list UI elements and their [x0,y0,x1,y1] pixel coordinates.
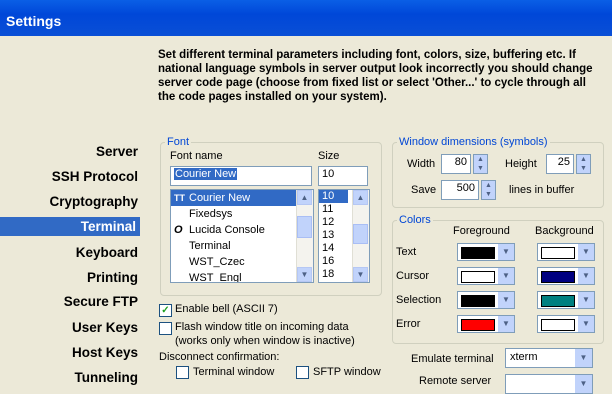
font-size-value: 10 [322,168,335,180]
height-input[interactable]: 25 [546,154,574,174]
chevron-down-icon: ▼ [578,244,594,260]
terminal-window-checkbox[interactable] [176,366,189,379]
save-label: Save [411,184,437,196]
font-name-value: Courier New [174,168,238,180]
chevron-down-icon: ▼ [578,268,594,284]
font-size-label: Size [318,150,340,162]
emulate-terminal-select[interactable]: xterm ▼ [505,348,593,368]
list-item[interactable]: O Lucida Console [171,222,313,238]
chevron-down-icon: ▼ [575,349,592,367]
list-item[interactable]: TT Courier New [171,190,313,206]
enable-bell-label: Enable bell (ASCII 7) [175,303,278,315]
nav-item-tunneling[interactable]: Tunneling [75,370,139,385]
color-swatch [461,295,495,307]
nav-item-secure-ftp[interactable]: Secure FTP [64,294,138,309]
nav-item-server[interactable]: Server [96,144,138,159]
scroll-up-icon[interactable]: ▲ [353,190,368,205]
nav-item-cryptography[interactable]: Cryptography [49,194,138,209]
terminal-window-label: Terminal window [193,366,275,378]
foreground-header: Foreground [453,225,510,237]
error-background-picker[interactable]: ▼ [537,315,595,333]
emulate-terminal-label: Emulate terminal [411,353,494,365]
scroll-up-icon[interactable]: ▲ [297,190,312,205]
sftp-window-checkbox[interactable] [296,366,309,379]
list-item[interactable]: Terminal [171,238,313,254]
color-swatch [541,271,575,283]
save-lines-input[interactable]: 500 [441,180,479,200]
color-row-label-cursor: Cursor [396,270,430,282]
width-spinner[interactable]: ▲ ▼ [473,154,488,174]
nav-item-keyboard[interactable]: Keyboard [76,245,138,260]
flash-title-label: Flash window title on incoming data [175,321,349,333]
window-dimensions-group [392,142,604,208]
color-row-label-text: Text [396,246,417,258]
color-row-label-error: Error [396,318,421,330]
height-label: Height [505,158,537,170]
nav-item-terminal[interactable]: Terminal [0,217,140,236]
save-lines-spinner[interactable]: ▲ ▼ [481,180,496,200]
truetype-icon: TT [174,193,185,203]
cursor-foreground-picker[interactable]: ▼ [457,267,515,285]
error-foreground-picker[interactable]: ▼ [457,315,515,333]
scroll-down-icon[interactable]: ▼ [353,267,368,282]
chevron-down-icon: ▼ [498,292,514,308]
chevron-down-icon: ▼ [578,316,594,332]
enable-bell-checkbox[interactable]: ✓ [159,304,172,317]
background-header: Background [535,225,594,237]
height-spinner[interactable]: ▲ ▼ [576,154,591,174]
width-label: Width [407,158,436,170]
chevron-down-icon: ▼ [575,375,592,393]
window-title: Settings [6,13,62,29]
opentype-icon: O [174,224,183,236]
font-name-label: Font name [170,150,223,162]
selection-background-picker[interactable]: ▼ [537,291,595,309]
flash-title-checkbox[interactable] [159,322,172,335]
cursor-background-picker[interactable]: ▼ [537,267,595,285]
chevron-down-icon: ▼ [498,316,514,332]
size-list-scrollbar[interactable]: ▲ ▼ [352,190,369,282]
font-size-input[interactable]: 10 [318,166,368,186]
disconnect-label: Disconnect confirmation: [159,351,280,363]
nav-item-user-keys[interactable]: User Keys [72,320,138,335]
window-dimensions-label: Window dimensions (symbols) [397,136,550,148]
chevron-down-icon: ▼ [578,292,594,308]
color-swatch [461,319,495,331]
color-swatch [461,247,495,259]
scroll-thumb[interactable] [353,224,368,244]
nav-item-ssh-protocol[interactable]: SSH Protocol [52,169,138,184]
list-item[interactable]: WST_Engl [171,270,313,282]
color-swatch [541,247,575,259]
colors-group-label: Colors [397,214,433,226]
scroll-thumb[interactable] [297,216,312,238]
text-foreground-picker[interactable]: ▼ [457,243,515,261]
remote-server-label: Remote server [419,375,492,387]
list-item[interactable]: Fixedsys [171,206,313,222]
selection-foreground-picker[interactable]: ▼ [457,291,515,309]
font-name-list[interactable]: TT Courier New Fixedsys O Lucida Console T… [170,189,314,283]
chevron-down-icon: ▼ [498,244,514,260]
nav-item-host-keys[interactable]: Host Keys [72,345,138,360]
font-group-label: Font [165,136,192,148]
list-item[interactable]: WST_Czec [171,254,313,270]
color-swatch [541,295,575,307]
title-bar[interactable]: Settings [0,0,612,36]
color-row-label-selection: Selection [396,294,442,306]
flash-title-note: (works only when window is inactive) [175,335,355,347]
scroll-down-icon[interactable]: ▼ [297,267,312,282]
description-text: Set different terminal parameters includ… [158,49,593,103]
nav-item-printing[interactable]: Printing [87,270,138,285]
remote-server-select[interactable]: ▼ [505,374,593,394]
check-icon: ✓ [161,305,170,316]
list-item[interactable]: 10 [319,190,348,203]
font-list-scrollbar[interactable]: ▲ ▼ [296,190,313,282]
font-name-input[interactable]: Courier New [170,166,312,186]
color-swatch [541,319,575,331]
color-swatch [461,271,495,283]
sftp-window-label: SFTP window [313,366,381,378]
width-input[interactable]: 80 [441,154,471,174]
font-size-list[interactable]: 10 11 12 13 14 16 18 ▲ ▼ [318,189,370,283]
chevron-down-icon: ▼ [498,268,514,284]
text-background-picker[interactable]: ▼ [537,243,595,261]
buffer-suffix-label: lines in buffer [509,184,575,196]
